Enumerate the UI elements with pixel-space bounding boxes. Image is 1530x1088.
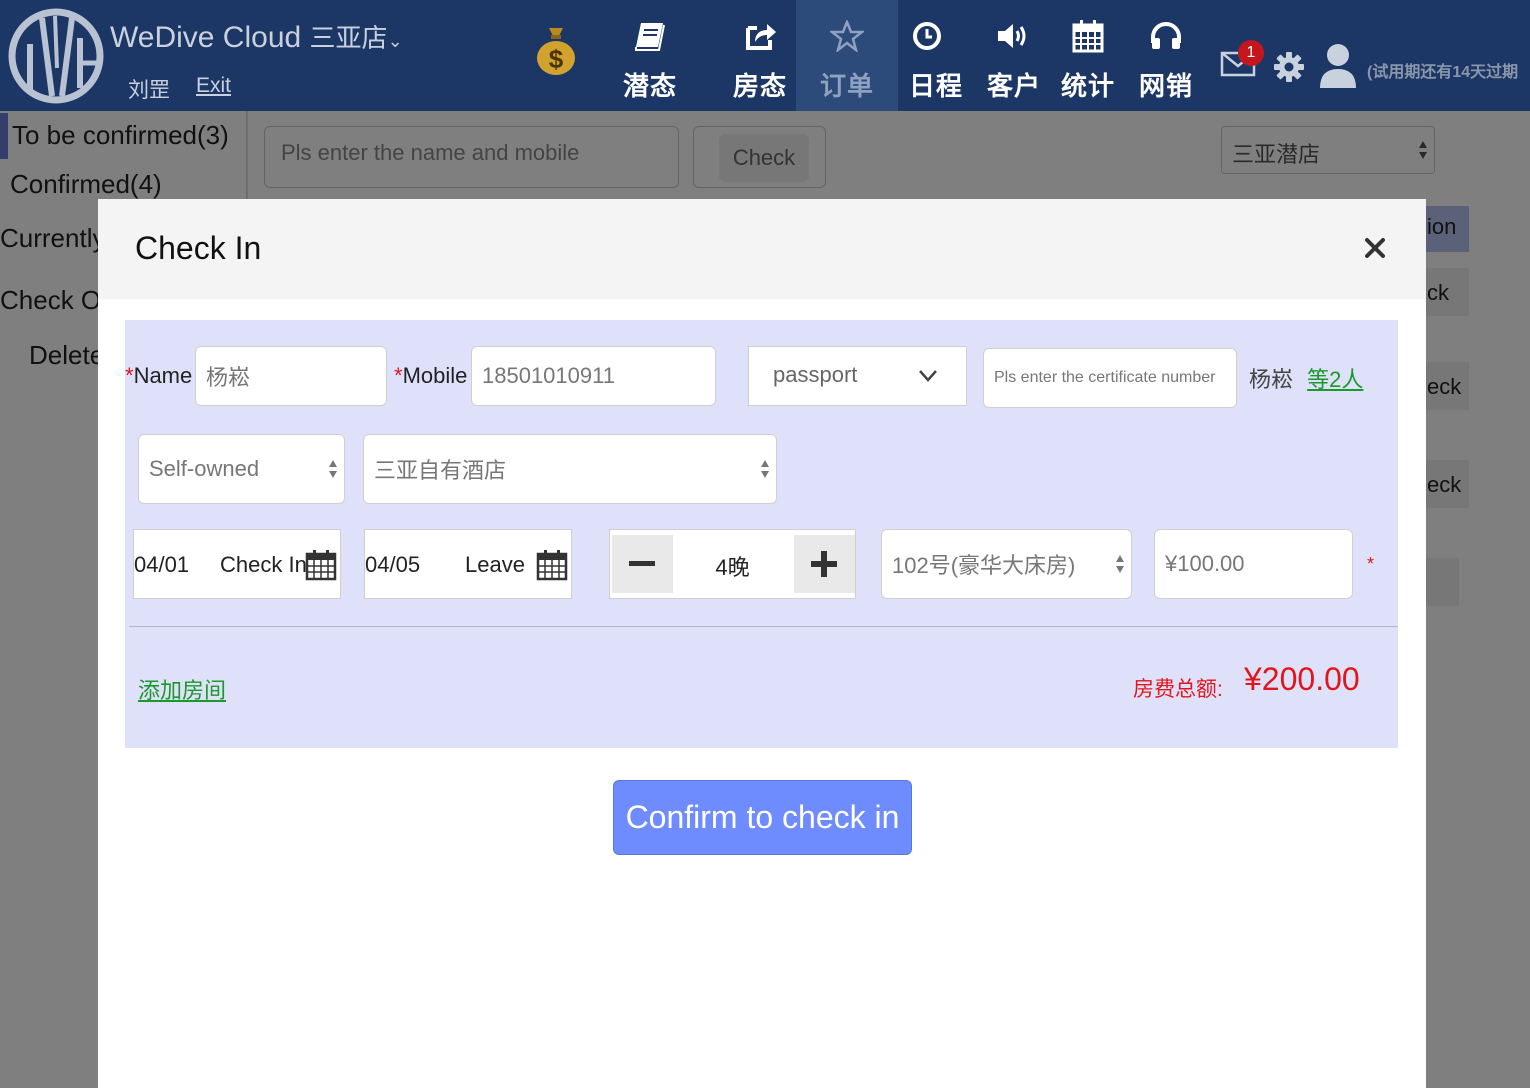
nav-label: 潜态	[622, 71, 677, 101]
nav-label: 网销	[1138, 71, 1193, 101]
nav-room-status[interactable]: 房态	[722, 0, 798, 111]
increase-nights-button[interactable]	[794, 535, 855, 593]
leave-date-field[interactable]: 04/05 Leave	[364, 529, 572, 599]
notification-badge: 1	[1238, 40, 1264, 66]
nav-schedule[interactable]: 日程	[900, 0, 972, 111]
required-mark: *	[1367, 554, 1375, 574]
name-input[interactable]: 杨崧	[195, 346, 387, 406]
exit-link[interactable]: Exit	[196, 74, 231, 98]
room-select[interactable]: 102号(豪华大床房)	[881, 529, 1132, 599]
nav-statistics[interactable]: 统计	[1052, 0, 1124, 111]
room-source-value: Self-owned	[149, 456, 260, 481]
name-label: *Name	[125, 363, 192, 389]
decrease-nights-button[interactable]	[612, 535, 673, 593]
avatar-icon[interactable]	[1318, 42, 1358, 90]
total-label: 房费总额:	[1133, 678, 1223, 701]
money-bag-icon[interactable]: $	[535, 24, 577, 76]
name-label-text: Name	[133, 363, 193, 388]
brand-name: WeDive Cloud	[110, 21, 302, 54]
more-guests-link[interactable]: 等2人	[1307, 367, 1363, 392]
hotel-select[interactable]: 三亚自有酒店	[363, 434, 777, 504]
certificate-number-input[interactable]: Pls enter the certificate number	[983, 348, 1237, 408]
updown-arrows-icon	[329, 460, 337, 478]
headphones-icon	[1151, 22, 1181, 49]
updown-arrows-icon	[761, 460, 769, 478]
nav-label: 房态	[732, 71, 787, 101]
mobile-label-text: Mobile	[402, 363, 468, 388]
nav-label: 客户	[986, 71, 1041, 101]
guest-summary: 杨崧 等2人	[1249, 362, 1363, 394]
svg-text:$: $	[549, 44, 564, 74]
top-header: WeDive Cloud 三亚店⌄ 刘罡 Exit $ 潜态 房态 订单 日程 …	[0, 0, 1530, 111]
guest-summary-name: 杨崧	[1249, 367, 1294, 392]
modal-header: Check In	[98, 199, 1426, 299]
nav-customers[interactable]: 客户	[976, 0, 1052, 111]
wedive-logo	[8, 8, 104, 104]
star-icon	[830, 20, 864, 52]
form-divider	[129, 626, 1398, 627]
check-in-form: *Name 杨崧 *Mobile 18501010911 passport Pl…	[125, 320, 1398, 748]
calendar-icon[interactable]	[536, 549, 568, 581]
room-price-input[interactable]: ¥100.00	[1154, 529, 1353, 599]
calendar-icon	[1072, 20, 1104, 53]
user-name: 刘罡	[128, 79, 170, 102]
mobile-input[interactable]: 18501010911	[471, 346, 716, 406]
nav-orders[interactable]: 订单	[796, 0, 898, 111]
store-name: 三亚店	[309, 23, 388, 53]
modal-title: Check In	[135, 230, 262, 266]
calendar-icon[interactable]	[305, 549, 337, 581]
minus-icon	[629, 561, 655, 566]
check-in-date-value: 04/01	[134, 552, 190, 577]
brand-title[interactable]: WeDive Cloud 三亚店⌄	[110, 18, 403, 55]
nights-stepper: 4晚	[609, 529, 856, 599]
nav-online-sales[interactable]: 网销	[1128, 0, 1204, 111]
check-in-date-label: Check In	[220, 552, 307, 577]
chevron-down-icon: ⌄	[387, 31, 403, 51]
speaker-icon	[998, 24, 1026, 48]
plus-icon	[811, 551, 837, 577]
hotel-value: 三亚自有酒店	[374, 458, 507, 483]
certificate-type-select[interactable]: passport	[748, 346, 967, 406]
trial-status-text: (试用期还有14天过期	[1367, 64, 1519, 81]
nav-label: 日程	[908, 71, 963, 101]
total-value: ¥200.00	[1244, 661, 1360, 697]
share-icon	[746, 24, 776, 50]
room-value: 102号(豪华大床房)	[892, 553, 1076, 578]
book-icon	[635, 23, 665, 51]
chevron-down-icon	[919, 370, 937, 382]
clock-icon	[913, 22, 941, 50]
leave-date-value: 04/05	[365, 552, 421, 577]
certificate-type-value: passport	[773, 362, 858, 387]
gear-icon[interactable]	[1273, 51, 1305, 83]
updown-arrows-icon	[1116, 555, 1124, 573]
nav-diving-status[interactable]: 潜态	[612, 0, 688, 111]
room-source-select[interactable]: Self-owned	[138, 434, 345, 504]
nav-label: 订单	[819, 71, 874, 101]
check-in-date-field[interactable]: 04/01 Check In	[133, 529, 341, 599]
required-mark: *	[394, 363, 403, 388]
leave-date-label: Leave	[465, 552, 525, 577]
nav-label: 统计	[1060, 71, 1115, 101]
required-mark: *	[125, 363, 134, 388]
add-room-link[interactable]: 添加房间	[138, 673, 226, 705]
check-in-modal: Check In *Name 杨崧 *Mobile 18501010911 pa…	[98, 199, 1426, 1088]
close-icon[interactable]	[1362, 235, 1388, 261]
confirm-check-in-button[interactable]: Confirm to check in	[613, 780, 912, 855]
mobile-label: *Mobile	[394, 363, 467, 389]
